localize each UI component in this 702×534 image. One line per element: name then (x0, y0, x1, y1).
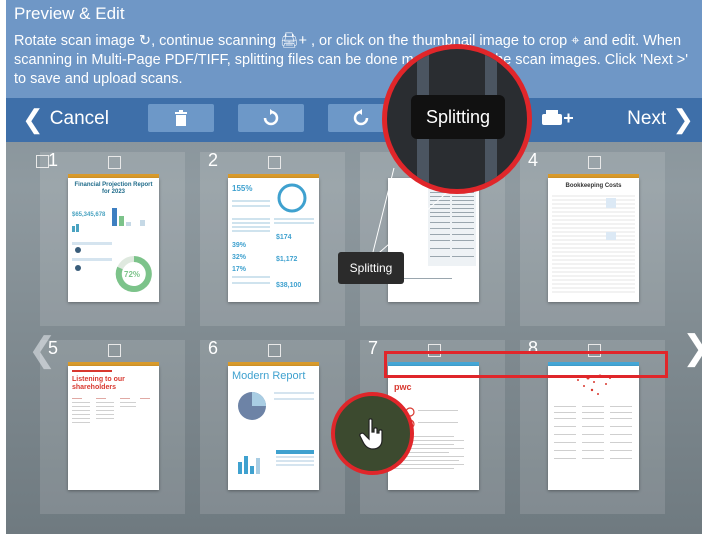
hand-pointer-icon (358, 417, 383, 450)
splitting-tooltip: Splitting (338, 252, 404, 284)
splitting-tooltip-zoomed: Splitting (411, 95, 505, 139)
zoom-magnifier: Splitting (382, 44, 532, 194)
split-highlight-box (384, 351, 668, 378)
preview-edit-window: Preview & Edit Rotate scan image ↻, cont… (6, 0, 702, 534)
cursor-highlight (331, 392, 414, 475)
